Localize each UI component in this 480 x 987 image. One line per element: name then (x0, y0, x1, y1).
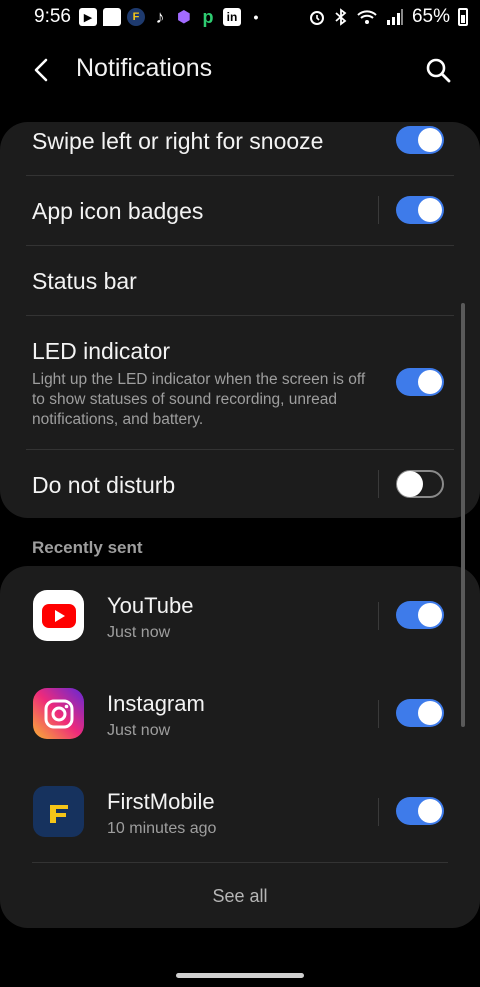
setting-row-swipe-snooze[interactable]: Swipe left or right for snooze (0, 122, 480, 174)
bluetooth-icon (335, 8, 347, 26)
led-indicator-toggle[interactable] (396, 368, 444, 396)
wifi-icon (357, 10, 377, 24)
setting-row-app-icon-badges[interactable]: App icon badges (0, 176, 480, 244)
setting-label: LED indicator (32, 338, 171, 364)
separator (378, 196, 379, 224)
setting-label: App icon badges (32, 198, 204, 224)
setting-label: Do not disturb (32, 472, 176, 498)
app-row-firstmobile[interactable]: FirstMobile 10 minutes ago (0, 762, 480, 860)
separator (378, 700, 379, 728)
page-title: Notifications (76, 54, 213, 82)
battery-icon (458, 8, 468, 26)
separator (378, 470, 379, 498)
do-not-disturb-toggle[interactable] (396, 470, 444, 498)
swipe-snooze-toggle[interactable] (396, 126, 444, 154)
system-icons: 65% (308, 6, 468, 28)
battery-percent: 65% (411, 6, 450, 27)
linkedin-icon: in (222, 8, 241, 26)
signal-icon (386, 9, 403, 25)
separator (378, 602, 379, 630)
setting-label: Swipe left or right for snooze (32, 128, 324, 154)
app-row-instagram[interactable]: Instagram Just now (0, 664, 480, 762)
notification-icons: ▶ F ♪ ⬢ p in • (78, 6, 265, 27)
status-bar: 9:56 ▶ F ♪ ⬢ p in • 65% (0, 0, 480, 34)
see-all-button[interactable]: See all (0, 886, 480, 907)
youtube-toggle[interactable] (396, 601, 444, 629)
firstmobile-app-icon (33, 786, 84, 837)
youtube-icon: ▶ (78, 8, 97, 26)
divider (32, 862, 448, 863)
chat-icon (102, 8, 121, 26)
app-name: FirstMobile (107, 789, 215, 814)
app-time: Just now (107, 624, 171, 641)
instagram-app-icon (33, 688, 84, 739)
firstmobile-toggle[interactable] (396, 797, 444, 825)
notification-settings-card: Swipe left or right for snooze App icon … (0, 122, 480, 518)
dot-icon: • (253, 9, 259, 25)
setting-row-led-indicator[interactable]: LED indicator Light up the LED indicator… (0, 316, 480, 448)
back-arrow-icon[interactable] (30, 56, 54, 84)
app-name: Instagram (107, 691, 205, 716)
gesture-nav-bar[interactable] (176, 973, 304, 978)
app-header: Notifications (0, 40, 480, 100)
instagram-toggle[interactable] (396, 699, 444, 727)
app-name: YouTube (107, 593, 194, 618)
youtube-app-icon (33, 590, 84, 641)
section-title-recently-sent: Recently sent (32, 538, 143, 557)
app-icon-badges-toggle[interactable] (396, 196, 444, 224)
app-icon: F (126, 8, 145, 26)
app-time: 10 minutes ago (107, 820, 217, 837)
separator (378, 798, 379, 826)
setting-row-status-bar[interactable]: Status bar (0, 246, 480, 314)
scrollbar[interactable] (461, 303, 465, 727)
recently-sent-card: YouTube Just now Instagram Just now Firs… (0, 566, 480, 928)
p-icon: p (202, 6, 214, 27)
app-time: Just now (107, 722, 171, 739)
alarm-icon (309, 11, 324, 25)
setting-label: Status bar (32, 268, 137, 294)
setting-row-do-not-disturb[interactable]: Do not disturb (0, 450, 480, 518)
tiktok-icon: ♪ (155, 6, 165, 27)
app-icon: ⬢ (177, 9, 191, 26)
setting-description: Light up the LED indicator when the scre… (32, 371, 366, 428)
app-row-youtube[interactable]: YouTube Just now (0, 566, 480, 664)
status-time: 9:56 (34, 6, 71, 27)
search-icon[interactable] (424, 56, 452, 84)
